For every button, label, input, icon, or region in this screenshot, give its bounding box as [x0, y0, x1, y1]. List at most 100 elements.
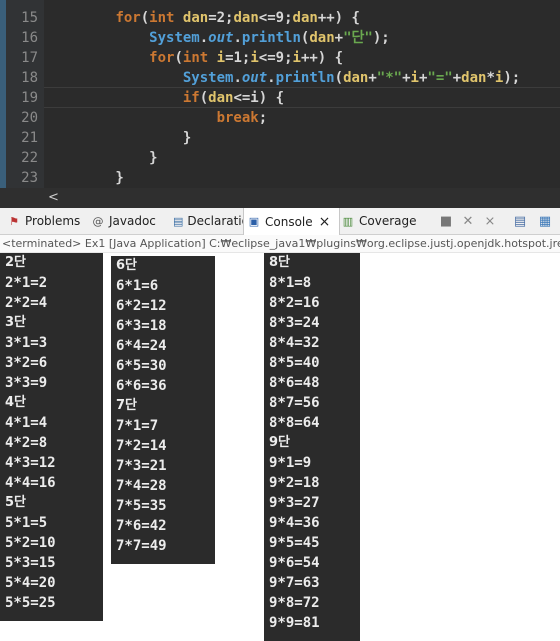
output-line: 6*5=30 — [116, 358, 167, 374]
tab-javadoc[interactable]: @ Javadoc — [88, 208, 171, 234]
output-line: 7*6=42 — [116, 518, 167, 534]
tab-coverage[interactable]: ▥ Coverage — [338, 208, 421, 234]
code-token: } — [48, 130, 192, 146]
output-line: 5*5=25 — [5, 595, 56, 611]
line-number: 20 — [21, 110, 38, 126]
output-line: 4*2=8 — [5, 435, 48, 451]
code-token: . — [267, 70, 276, 86]
output-line: 6*6=36 — [116, 378, 167, 394]
output-line: 9*9=81 — [269, 615, 320, 631]
code-token: * — [486, 70, 495, 86]
code-token: =2; — [208, 10, 234, 26]
code-token: "단" — [343, 30, 373, 46]
output-line: 8*8=64 — [269, 415, 320, 431]
code-token: + — [402, 70, 411, 86]
output-line: 4*3=12 — [5, 455, 56, 471]
code-line[interactable]: if(dan<=i) { — [48, 88, 284, 108]
stop-icon[interactable]: ■ — [438, 213, 454, 229]
output-heading: 5단 — [5, 495, 27, 510]
output-line: 9*8=72 — [269, 595, 320, 611]
tab-declaration[interactable]: ▤ Declaration — [170, 208, 257, 234]
horizontal-scrollbar[interactable]: < — [44, 188, 560, 208]
code-token: ( — [334, 70, 344, 86]
output-line: 9*7=63 — [269, 575, 320, 591]
code-line[interactable]: for(int dan=2;dan<=9;dan++) { — [48, 8, 360, 28]
code-token: } — [48, 170, 124, 186]
code-token: ( — [199, 90, 209, 106]
code-line[interactable]: } — [48, 168, 124, 188]
line-number: 23 — [21, 170, 38, 186]
code-line[interactable]: for(int i=1;i<=9;i++) { — [48, 48, 343, 68]
code-token: println — [241, 30, 301, 46]
code-token: ( — [174, 50, 183, 66]
output-heading: 9단 — [269, 435, 291, 450]
code-editor[interactable]: for(int dan=2;dan<=9;dan++) { System.out… — [0, 0, 560, 208]
output-heading: 8단 — [269, 255, 291, 270]
output-line: 2*2=4 — [5, 295, 48, 311]
output-line: 8*2=16 — [269, 295, 320, 311]
output-line: 9*2=18 — [269, 475, 320, 491]
code-token: . — [199, 30, 209, 46]
clear-console-icon[interactable]: ▤ — [512, 213, 528, 229]
code-token: System — [182, 70, 234, 86]
output-line: 2*1=2 — [5, 275, 48, 291]
output-heading: 3단 — [5, 315, 27, 330]
console-output[interactable]: 2단 2*1=2 2*2=4 3단 3*1=3 3*2=6 3*3=9 4단 4*1=4 4*2=… — [0, 253, 560, 641]
line-number: 21 — [21, 130, 38, 146]
line-number: 19 — [21, 90, 38, 106]
code-line[interactable]: } — [48, 128, 191, 148]
code-token: System — [149, 30, 200, 46]
code-token: + — [334, 30, 344, 46]
code-line[interactable]: System.out.println(dan+"*"+i+"="+dan*i); — [48, 68, 520, 88]
code-token: for — [115, 10, 141, 26]
code-token: i — [292, 50, 301, 66]
line-number: 17 — [21, 50, 38, 66]
output-line: 8*6=48 — [269, 375, 320, 391]
line-number: 22 — [21, 150, 38, 166]
scroll-left-arrow-icon[interactable]: < — [48, 188, 59, 208]
gutter-marker — [0, 0, 6, 188]
code-token: "*" — [376, 70, 403, 86]
code-token: . — [233, 70, 242, 86]
output-heading: 6단 — [116, 258, 138, 273]
output-column: 6단 6*1=6 6*2=12 6*3=18 6*4=24 6*5=30 6*6=36 7단 7… — [111, 256, 215, 564]
output-heading: 4단 — [5, 395, 27, 410]
output-line: 8*5=40 — [269, 355, 320, 371]
tab-problems[interactable]: ⚑ Problems — [4, 208, 89, 234]
output-line: 7*3=21 — [116, 458, 167, 474]
output-line: 7*1=7 — [116, 418, 159, 434]
code-token: i — [216, 50, 226, 66]
code-token: dan — [461, 70, 487, 86]
pin-console-icon[interactable]: ▦ — [537, 213, 553, 229]
output-line: 3*1=3 — [5, 335, 48, 351]
output-line: 7*7=49 — [116, 538, 167, 554]
declaration-icon: ▤ — [173, 214, 184, 228]
remove-all-icon[interactable]: ⨯ — [482, 213, 498, 229]
code-token: =1; — [225, 50, 251, 66]
code-line[interactable]: System.out.println(dan+"단"); — [48, 28, 390, 48]
code-token: ); — [372, 30, 390, 46]
code-token: dan — [233, 10, 259, 26]
output-line: 7*4=28 — [116, 478, 167, 494]
code-token: ( — [140, 10, 150, 26]
tab-console[interactable]: ▣ Console × — [243, 208, 340, 235]
output-heading: 7단 — [116, 398, 138, 413]
output-line: 5*2=10 — [5, 535, 56, 551]
output-line: 8*7=56 — [269, 395, 320, 411]
code-token: if — [182, 90, 200, 106]
output-line: 8*1=8 — [269, 275, 312, 291]
code-line[interactable]: } — [48, 148, 157, 168]
code-token: dan — [292, 10, 318, 26]
output-line: 9*5=45 — [269, 535, 320, 551]
code-line[interactable]: break; — [48, 108, 268, 128]
problems-icon: ⚑ — [9, 214, 19, 228]
code-token: dan — [309, 30, 335, 46]
remove-launch-icon[interactable]: ✕ — [460, 213, 476, 229]
code-token: "=" — [427, 70, 453, 86]
output-column: 8단 8*1=8 8*2=16 8*3=24 8*4=32 8*5=40 8*6=48 8*7… — [264, 253, 360, 641]
close-icon[interactable]: × — [319, 214, 331, 230]
